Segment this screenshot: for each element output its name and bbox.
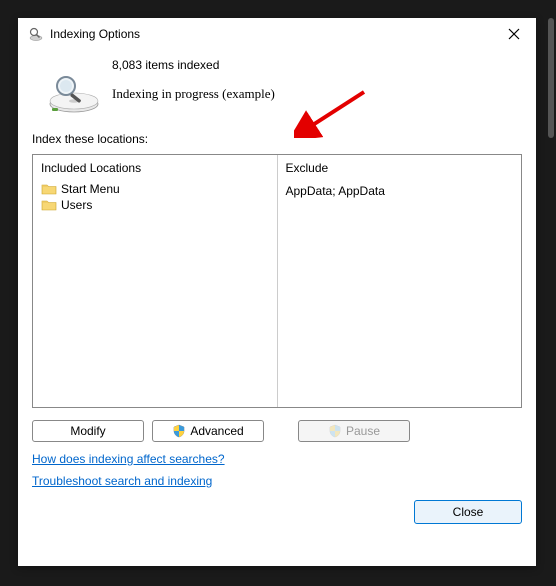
included-locations-header: Included Locations (33, 155, 277, 181)
location-name: Users (61, 198, 92, 212)
troubleshoot-link[interactable]: Troubleshoot search and indexing (32, 474, 212, 488)
pause-label: Pause (346, 424, 380, 438)
close-icon (508, 28, 520, 40)
dialog-title: Indexing Options (50, 27, 140, 41)
advanced-label: Advanced (190, 424, 243, 438)
status-block: 8,083 items indexed Indexing in progress… (32, 58, 522, 114)
locations-listbox[interactable]: Included Locations Start Menu Users (32, 154, 522, 408)
location-row[interactable]: Start Menu (39, 181, 271, 197)
disk-search-icon (48, 72, 100, 114)
uac-shield-icon (328, 424, 342, 438)
indexing-options-dialog: Indexing Options (18, 18, 536, 566)
modify-button[interactable]: Modify (32, 420, 144, 442)
location-name: Start Menu (61, 182, 120, 196)
advanced-button[interactable]: Advanced (152, 420, 264, 442)
exclude-header: Exclude (278, 155, 522, 181)
indexing-progress-text: Indexing in progress (example) (112, 86, 275, 102)
pause-button: Pause (298, 420, 410, 442)
exclude-value: AppData; AppData (284, 183, 516, 199)
folder-icon (41, 182, 57, 196)
location-row[interactable]: Users (39, 197, 271, 213)
help-link-searches[interactable]: How does indexing affect searches? (32, 452, 225, 466)
close-button[interactable]: Close (414, 500, 522, 524)
indexing-icon (28, 26, 44, 42)
folder-icon (41, 198, 57, 212)
locations-label: Index these locations: (32, 132, 522, 146)
titlebar: Indexing Options (18, 18, 536, 48)
uac-shield-icon (172, 424, 186, 438)
window-close-button[interactable] (502, 22, 526, 46)
scrollbar-thumb[interactable] (548, 18, 554, 138)
items-indexed-text: 8,083 items indexed (112, 58, 275, 72)
